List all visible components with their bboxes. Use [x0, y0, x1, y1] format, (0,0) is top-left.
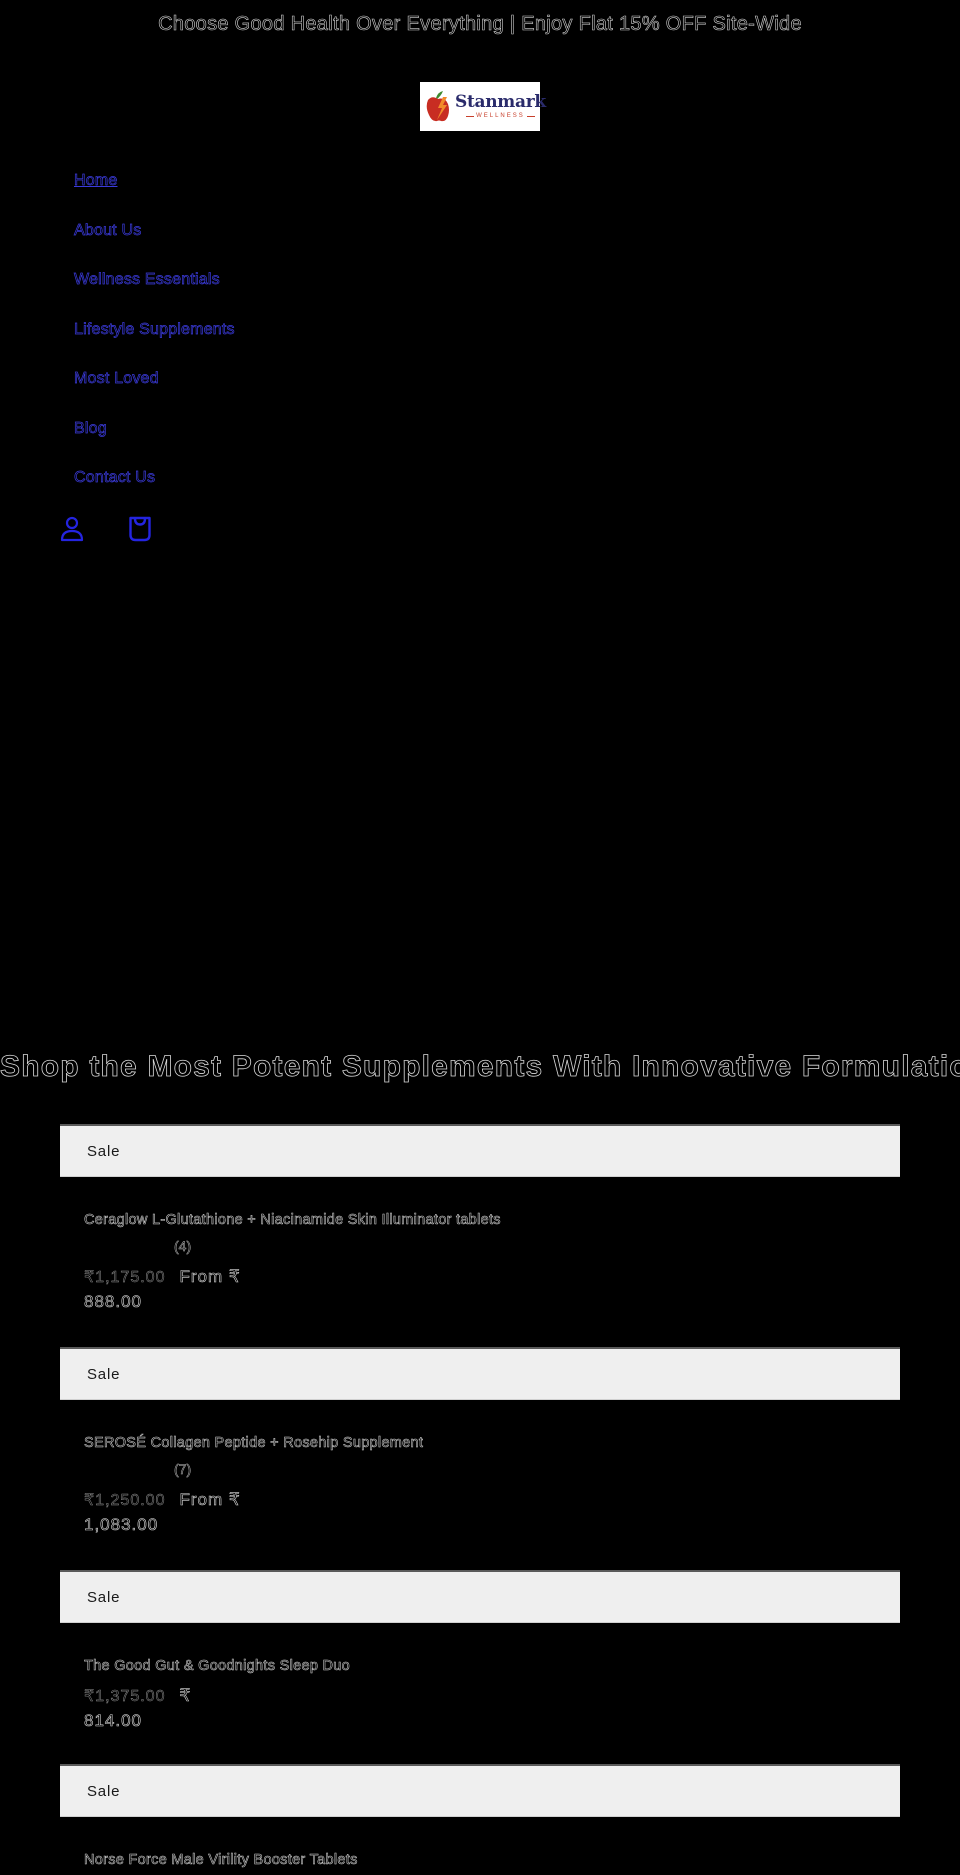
nav-item-contact-us: Contact Us	[74, 469, 235, 519]
main-nav: Home About Us Wellness Essentials Lifest…	[74, 172, 235, 519]
regular-price: ₹1,175.00	[84, 1269, 166, 1287]
product-title[interactable]: Norse Force Male Virility Booster Tablet…	[60, 1852, 900, 1869]
sale-price: 888.00	[84, 1292, 142, 1312]
product-title[interactable]: The Good Gut & Goodnights Sleep Duo	[60, 1658, 900, 1675]
account-icon	[60, 516, 84, 542]
product-card[interactable]: Sale SEROSÉ Collagen Peptide + Rosehip S…	[60, 1347, 900, 1538]
price-block: ₹1,375.00 ₹ 814.00	[60, 1684, 270, 1734]
nav-link-contact-us[interactable]: Contact Us	[74, 469, 156, 487]
announcement-bar: Choose Good Health Over Everything | Enj…	[0, 0, 960, 48]
sale-badge: Sale	[60, 1124, 900, 1177]
nav-item-about-us: About Us	[74, 221, 235, 272]
regular-price: ₹1,375.00	[84, 1688, 166, 1706]
hero-banner	[0, 560, 960, 1030]
price-block: ₹1,250.00 From ₹ 1,083.00	[60, 1488, 270, 1538]
sale-price-prefix: From ₹	[179, 1267, 241, 1287]
logo-name: Stanmark	[455, 92, 546, 112]
price-block: ₹1,175.00 From ₹ 888.00	[60, 1265, 270, 1315]
cart-icon	[129, 516, 151, 542]
nav-link-wellness-essentials[interactable]: Wellness Essentials	[74, 271, 220, 289]
account-button[interactable]	[58, 514, 86, 544]
rating-count: (7)	[174, 1461, 192, 1478]
nav-item-lifestyle-supplements: Lifestyle Supplements	[74, 320, 235, 371]
nav-link-home[interactable]: Home	[74, 172, 118, 190]
product-title[interactable]: SEROSÉ Collagen Peptide + Rosehip Supple…	[60, 1435, 900, 1452]
logo-tagline: WELLNESS	[466, 113, 535, 119]
product-card[interactable]: Sale Ceraglow L-Glutathione + Niacinamid…	[60, 1124, 900, 1315]
product-card[interactable]: Sale Norse Force Male Virility Booster T…	[60, 1764, 900, 1868]
rating-count: (4)	[174, 1238, 192, 1255]
regular-price: ₹1,250.00	[84, 1492, 166, 1510]
apple-bolt-icon	[426, 90, 449, 121]
product-title[interactable]: Ceraglow L-Glutathione + Niacinamide Ski…	[60, 1212, 900, 1229]
nav-item-most-loved: Most Loved	[74, 370, 235, 420]
sale-price: 1,083.00	[84, 1515, 159, 1535]
sale-badge: Sale	[60, 1347, 900, 1400]
sale-badge: Sale	[60, 1570, 900, 1623]
sale-price: 814.00	[84, 1711, 142, 1731]
cart-button[interactable]	[126, 514, 154, 544]
product-card[interactable]: Sale The Good Gut & Goodnights Sleep Duo…	[60, 1570, 900, 1734]
nav-link-about-us[interactable]: About Us	[74, 221, 142, 239]
nav-item-blog: Blog	[74, 419, 235, 470]
sale-badge: Sale	[60, 1764, 900, 1817]
section-heading: Shop the Most Potent Supplements With In…	[0, 1050, 960, 1084]
nav-link-lifestyle-supplements[interactable]: Lifestyle Supplements	[74, 320, 235, 338]
sale-price-prefix: ₹	[179, 1686, 192, 1706]
nav-link-most-loved[interactable]: Most Loved	[74, 370, 159, 388]
nav-item-wellness-essentials: Wellness Essentials	[74, 271, 235, 321]
nav-link-blog[interactable]: Blog	[74, 419, 107, 437]
site-logo[interactable]: Stanmark WELLNESS	[420, 82, 546, 131]
nav-item-home: Home	[74, 172, 235, 222]
sale-price-prefix: From ₹	[179, 1490, 241, 1510]
announcement-text: Choose Good Health Over Everything | Enj…	[158, 12, 802, 35]
